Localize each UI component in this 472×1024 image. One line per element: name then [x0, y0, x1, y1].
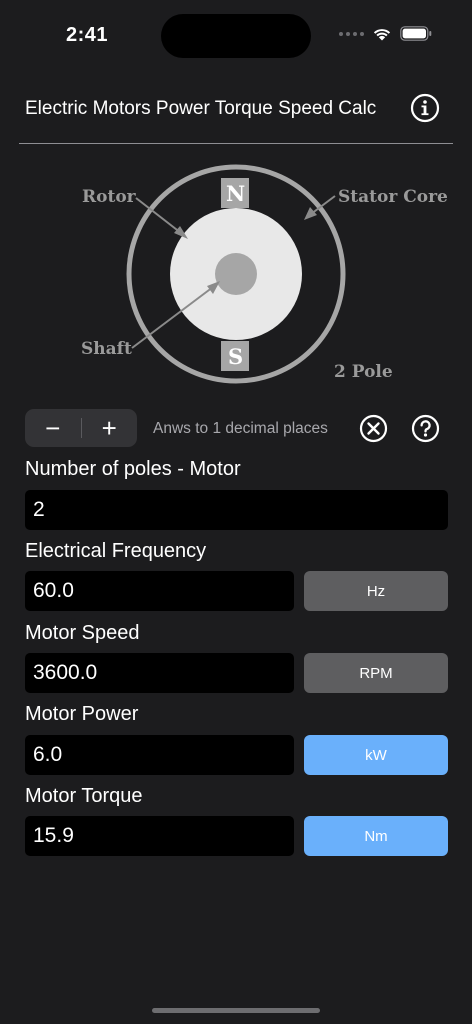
poles-label: Number of poles - Motor — [25, 458, 241, 480]
speed-label: Motor Speed — [25, 622, 140, 644]
decimal-stepper: − + — [25, 409, 137, 447]
home-indicator[interactable] — [152, 1008, 320, 1013]
clear-icon[interactable] — [359, 414, 388, 443]
torque-input[interactable]: 15.9 — [25, 816, 294, 856]
increment-button[interactable]: + — [82, 409, 138, 447]
speed-input[interactable]: 3600.0 — [25, 653, 294, 693]
pole-count-label: 2 Pole — [334, 362, 393, 382]
app-screen: 2:41 Electric Motors Power Torque Speed … — [0, 0, 472, 1024]
stator-core-label: Stator Core — [338, 187, 448, 207]
frequency-unit-button[interactable]: Hz — [304, 571, 448, 611]
decimal-places-text: Anws to 1 decimal places — [153, 420, 328, 437]
motor-diagram: N S Rotor Stator Core Shaft 2 Pole — [70, 158, 450, 390]
header: Electric Motors Power Torque Speed Calc — [0, 86, 472, 132]
frequency-input[interactable]: 60.0 — [25, 571, 294, 611]
wifi-icon — [373, 29, 391, 41]
battery-icon — [400, 26, 432, 41]
power-label: Motor Power — [25, 703, 139, 725]
decrement-button[interactable]: − — [25, 409, 81, 447]
help-icon[interactable] — [411, 414, 440, 443]
speed-unit-button[interactable]: RPM — [304, 653, 448, 693]
shaft-label: Shaft — [81, 339, 132, 359]
power-input[interactable]: 6.0 — [25, 735, 294, 775]
header-divider — [19, 143, 453, 144]
south-pole-label: S — [228, 344, 244, 369]
page-title: Electric Motors Power Torque Speed Calc — [25, 98, 377, 119]
status-bar: 2:41 — [0, 0, 472, 70]
status-time: 2:41 — [66, 24, 109, 46]
north-pole-label: N — [226, 181, 246, 206]
dynamic-island — [161, 14, 311, 58]
torque-unit-button[interactable]: Nm — [304, 816, 448, 856]
status-icons — [339, 26, 432, 41]
rotor-label: Rotor — [82, 187, 136, 207]
info-icon[interactable] — [410, 93, 440, 123]
frequency-label: Electrical Frequency — [25, 540, 207, 562]
power-unit-button[interactable]: kW — [304, 735, 448, 775]
poles-input[interactable]: 2 — [25, 490, 448, 530]
torque-label: Motor Torque — [25, 785, 143, 807]
cellular-signal-icon — [339, 31, 364, 36]
